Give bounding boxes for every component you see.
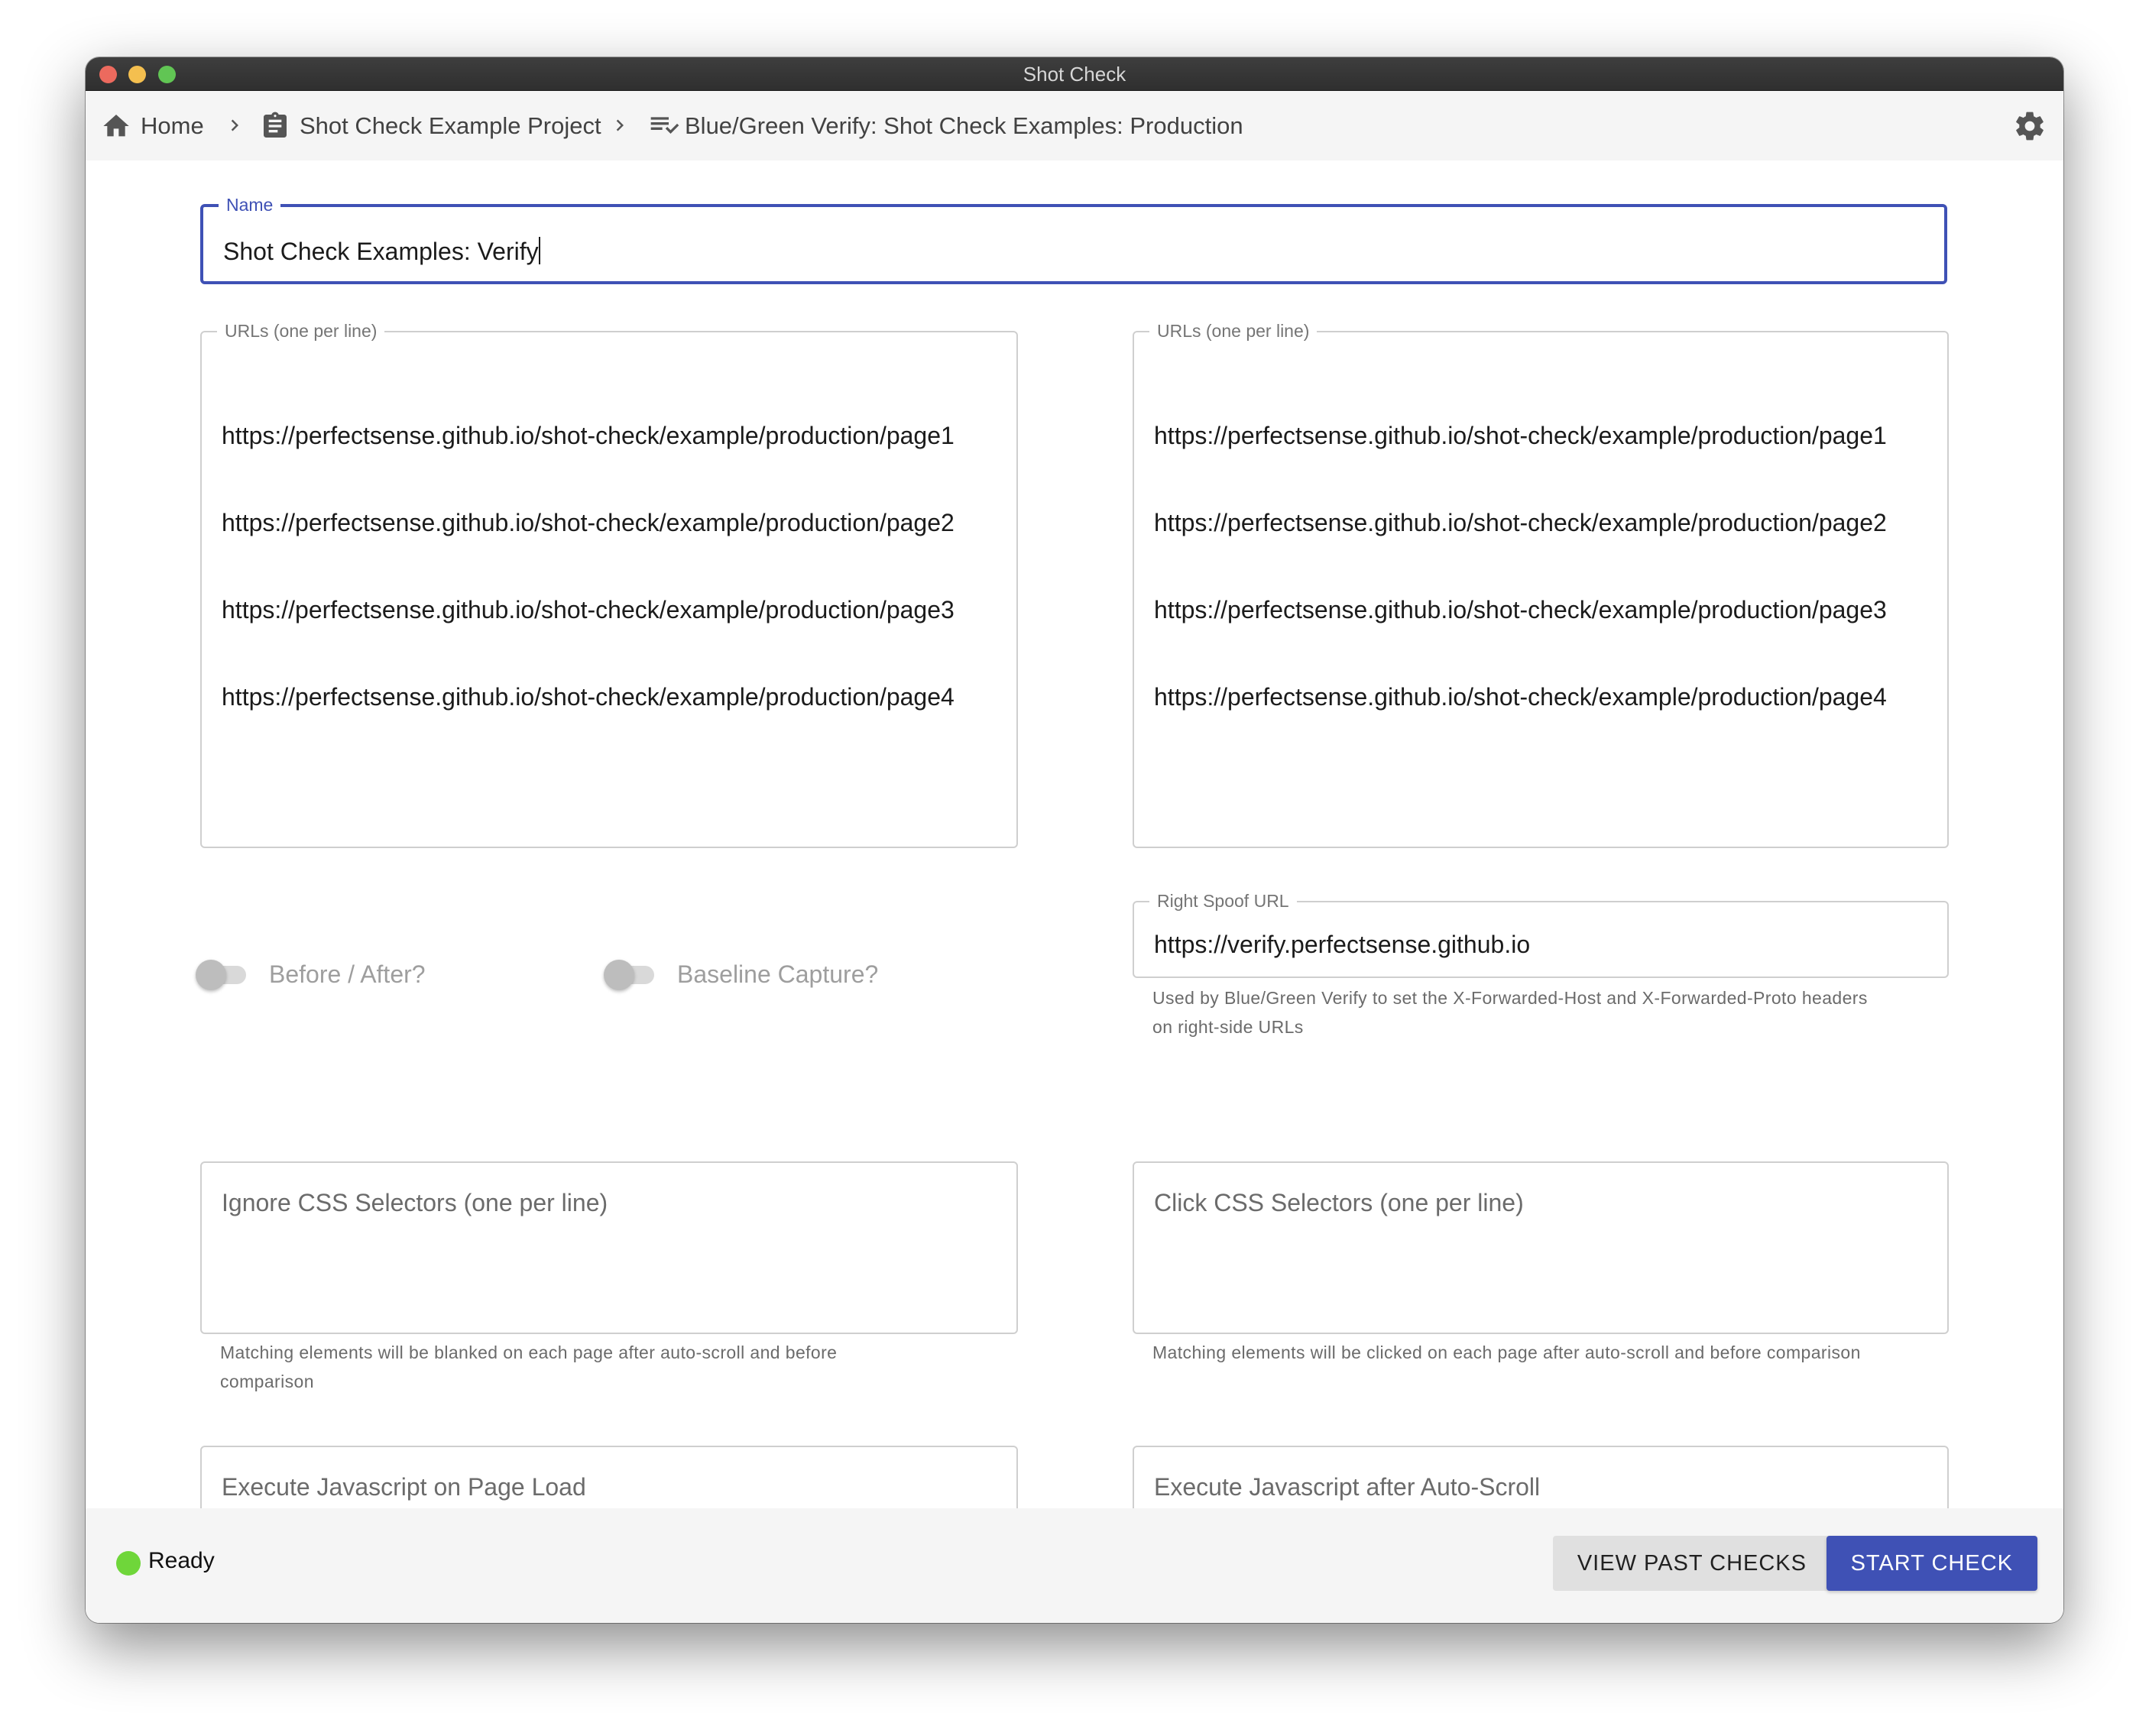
- home-icon: [103, 114, 129, 136]
- right-urls-label: URLs (one per line): [1157, 321, 1310, 341]
- gear-icon[interactable]: [2013, 109, 2047, 143]
- spoof-url-value: https://verify.perfectsense.github.io: [1154, 931, 1531, 958]
- status-indicator: [116, 1551, 141, 1576]
- left-urls-field[interactable]: URLs (one per line) https://perfectsense…: [200, 322, 1018, 848]
- left-url-line: https://perfectsense.github.io/shot-chec…: [222, 596, 955, 623]
- left-url-line: https://perfectsense.github.io/shot-chec…: [222, 683, 955, 711]
- left-url-line: https://perfectsense.github.io/shot-chec…: [222, 509, 955, 536]
- baseline-capture-label: Baseline Capture?: [677, 960, 879, 988]
- ignore-css-helper-line: comparison: [220, 1372, 314, 1391]
- breadcrumb-project[interactable]: Shot Check Example Project: [260, 91, 601, 160]
- baseline-capture-toggle[interactable]: Baseline Capture?: [604, 959, 879, 990]
- title-bar: Shot Check: [86, 57, 2063, 91]
- name-label: Name: [226, 195, 274, 215]
- right-url-line: https://perfectsense.github.io/shot-chec…: [1154, 683, 1887, 711]
- playlist-check-icon: [650, 116, 679, 134]
- app-window: Shot Check Home Shot Check Example Proje…: [86, 57, 2063, 1623]
- right-url-line: https://perfectsense.github.io/shot-chec…: [1154, 596, 1887, 623]
- left-urls-label: URLs (one per line): [225, 321, 378, 341]
- click-css-placeholder: Click CSS Selectors (one per line): [1154, 1189, 1524, 1216]
- spoof-url-helper-line: Used by Blue/Green Verify to set the X-F…: [1152, 988, 1868, 1008]
- name-value: Shot Check Examples: Verify: [223, 238, 539, 265]
- right-urls-field[interactable]: URLs (one per line) https://perfectsense…: [1133, 322, 1949, 848]
- form-content: Name Shot Check Examples: Verify URLs (o…: [86, 160, 2063, 1571]
- before-after-switch[interactable]: [196, 959, 246, 990]
- before-after-label: Before / After?: [269, 960, 426, 988]
- left-url-line: https://perfectsense.github.io/shot-chec…: [222, 422, 955, 449]
- clipboard-icon: [264, 112, 287, 138]
- action-bar: Ready VIEW PAST CHECKS START CHECK: [86, 1508, 2063, 1623]
- spoof-url-field[interactable]: Right Spoof URL https://verify.perfectse…: [1133, 892, 1949, 978]
- right-url-line: https://perfectsense.github.io/shot-chec…: [1154, 422, 1887, 449]
- start-check-button[interactable]: START CHECK: [1826, 1536, 2037, 1591]
- js-page-load-placeholder: Execute Javascript on Page Load: [222, 1473, 586, 1501]
- breadcrumb-home-label: Home: [141, 112, 204, 139]
- ignore-css-field[interactable]: Ignore CSS Selectors (one per line): [200, 1161, 1018, 1334]
- js-auto-scroll-placeholder: Execute Javascript after Auto-Scroll: [1154, 1473, 1541, 1501]
- spoof-url-helper: Used by Blue/Green Verify to set the X-F…: [1152, 983, 1868, 1041]
- window-title: Shot Check: [1023, 63, 1126, 86]
- breadcrumb-check-label: Blue/Green Verify: Shot Check Examples: …: [685, 112, 1243, 139]
- breadcrumb-home[interactable]: Home: [101, 91, 204, 160]
- breadcrumb-project-label: Shot Check Example Project: [300, 112, 601, 139]
- baseline-capture-switch[interactable]: [604, 959, 654, 990]
- click-css-helper: Matching elements will be clicked on eac…: [1152, 1342, 1861, 1362]
- view-past-checks-button[interactable]: VIEW PAST CHECKS: [1552, 1536, 1831, 1591]
- spoof-url-label: Right Spoof URL: [1157, 891, 1289, 911]
- breadcrumb: Home Shot Check Example Project Blue/Gre…: [86, 91, 2063, 160]
- click-css-field[interactable]: Click CSS Selectors (one per line): [1133, 1161, 1949, 1334]
- chevron-right-icon: [616, 119, 624, 131]
- ignore-css-placeholder: Ignore CSS Selectors (one per line): [222, 1189, 608, 1216]
- status-text: Ready: [148, 1548, 215, 1573]
- before-after-toggle[interactable]: Before / After?: [196, 959, 426, 990]
- ignore-css-helper: Matching elements will be blanked on eac…: [220, 1338, 837, 1396]
- breadcrumb-check[interactable]: Blue/Green Verify: Shot Check Examples: …: [648, 91, 1243, 160]
- right-url-line: https://perfectsense.github.io/shot-chec…: [1154, 509, 1887, 536]
- spoof-url-helper-line: on right-side URLs: [1152, 1017, 1304, 1037]
- name-field[interactable]: Name Shot Check Examples: Verify: [200, 196, 1947, 284]
- ignore-css-helper-line: Matching elements will be blanked on eac…: [220, 1342, 838, 1362]
- chevron-right-icon: [231, 119, 238, 131]
